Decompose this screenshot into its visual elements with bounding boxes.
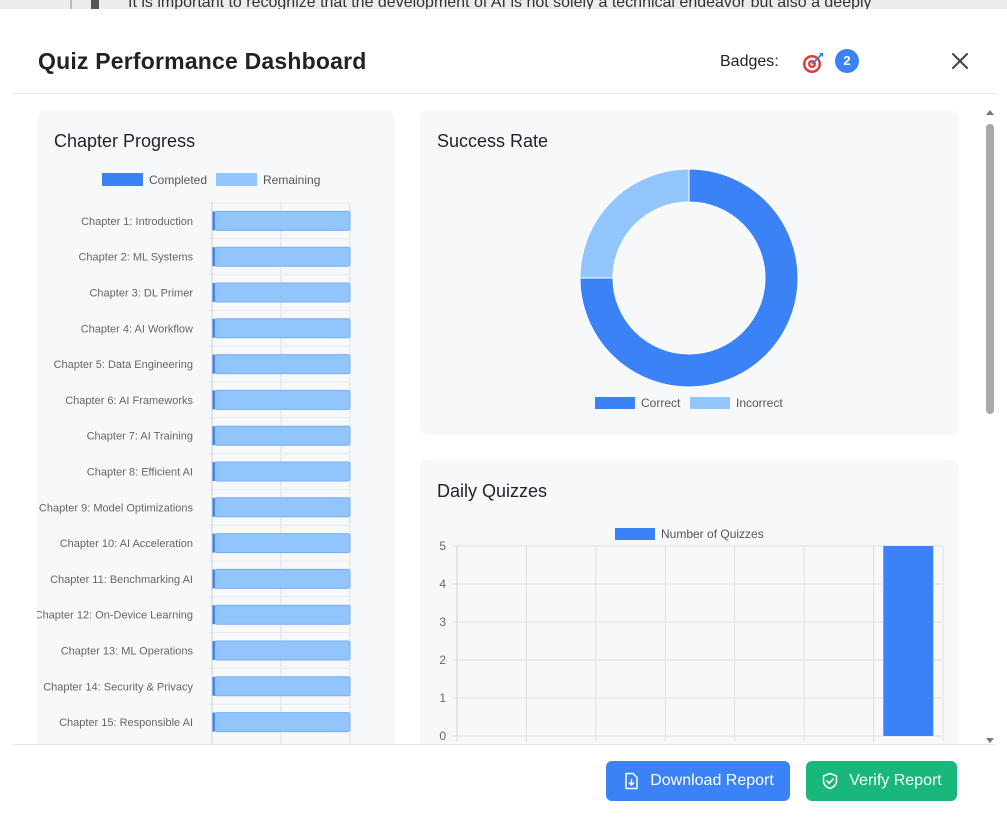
footer-divider bbox=[13, 744, 996, 745]
scroll-down-icon[interactable] bbox=[986, 738, 994, 743]
y-tick-label: 2 bbox=[439, 653, 446, 667]
download-report-label: Download Report bbox=[650, 772, 774, 789]
legend-swatch-quizzes bbox=[615, 528, 655, 540]
daily-quizzes-card: Daily Quizzes Number of Quizzes 0 1 2 3 4 5 bbox=[420, 460, 958, 744]
y-tick-label: 0 bbox=[439, 729, 446, 743]
bar-remaining bbox=[214, 497, 351, 518]
modal-header: Quiz Performance Dashboard Badges: 2 bbox=[0, 9, 1007, 93]
category-label: Chapter 5: Data Engineering bbox=[54, 359, 193, 371]
daily-quizzes-chart: Number of Quizzes 0 1 2 3 4 5 bbox=[439, 527, 944, 743]
legend-label-incorrect: Incorrect bbox=[736, 396, 783, 410]
category-label: Chapter 12: On-Device Learning bbox=[37, 610, 193, 622]
verify-report-button[interactable]: Verify Report bbox=[806, 761, 957, 801]
scrollbar-thumb[interactable] bbox=[986, 124, 994, 414]
bar-remaining bbox=[214, 389, 351, 410]
category-label: Chapter 2: ML Systems bbox=[78, 252, 193, 264]
close-icon[interactable] bbox=[948, 49, 972, 73]
category-label: Chapter 3: DL Primer bbox=[89, 288, 193, 300]
bar-remaining bbox=[214, 568, 351, 589]
category-label: Chapter 10: AI Acceleration bbox=[60, 538, 193, 550]
category-label: Chapter 8: Efficient AI bbox=[87, 467, 193, 479]
success-rate-card: Success Rate Correct Incorrect bbox=[420, 110, 958, 435]
category-label: Chapter 13: ML Operations bbox=[61, 646, 194, 658]
donut-slice-incorrect bbox=[579, 168, 690, 279]
legend-swatch-correct bbox=[595, 397, 635, 409]
bar-remaining bbox=[214, 210, 351, 231]
quiz-bar bbox=[883, 546, 934, 736]
bar-remaining bbox=[214, 640, 351, 661]
badge-count[interactable]: 2 bbox=[835, 49, 859, 73]
legend-label-completed: Completed bbox=[149, 173, 207, 187]
bar-remaining bbox=[214, 712, 351, 733]
y-tick-label: 5 bbox=[439, 539, 446, 553]
category-label: Chapter 14: Security & Privacy bbox=[43, 681, 193, 693]
dashboard-modal: Quiz Performance Dashboard Badges: 2 Cha… bbox=[0, 9, 1007, 835]
scroll-up-icon[interactable] bbox=[986, 110, 994, 115]
category-label: Chapter 4: AI Workflow bbox=[81, 323, 193, 335]
bar-remaining bbox=[214, 318, 351, 339]
shield-check-icon bbox=[823, 772, 838, 790]
y-tick-label: 3 bbox=[439, 615, 446, 629]
legend-label-remaining: Remaining bbox=[263, 173, 320, 187]
bar-remaining bbox=[214, 354, 351, 375]
y-tick-label: 1 bbox=[439, 691, 446, 705]
modal-title: Quiz Performance Dashboard bbox=[38, 48, 367, 74]
category-label: Chapter 6: AI Frameworks bbox=[65, 395, 193, 407]
legend-swatch-completed bbox=[102, 173, 143, 186]
bar-remaining bbox=[214, 604, 351, 625]
target-icon bbox=[803, 53, 823, 73]
dashboard-content: Chapter Progress Completed Remaining Chapt… bbox=[13, 94, 983, 744]
category-label: Chapter 7: AI Training bbox=[87, 431, 193, 443]
bar-remaining bbox=[214, 461, 351, 482]
download-icon bbox=[625, 772, 638, 790]
content-scrollbar[interactable] bbox=[984, 104, 996, 749]
category-label: Chapter 1: Introduction bbox=[81, 216, 193, 228]
badges-label: Badges: bbox=[720, 53, 779, 70]
chapter-progress-chart: Completed Remaining Chapter 1: Introductio… bbox=[37, 173, 351, 744]
category-label: Chapter 11: Benchmarking AI bbox=[50, 574, 193, 586]
bar-remaining bbox=[214, 533, 351, 554]
category-label: Chapter 15: Responsible AI bbox=[59, 717, 193, 729]
bar-remaining bbox=[214, 282, 351, 303]
bar-remaining bbox=[214, 676, 351, 697]
chapter-progress-card: Chapter Progress Completed Remaining Chapt… bbox=[37, 110, 395, 744]
legend-label-quizzes: Number of Quizzes bbox=[661, 527, 764, 541]
download-report-button[interactable]: Download Report bbox=[606, 761, 790, 801]
legend-label-correct: Correct bbox=[641, 396, 681, 410]
y-tick-label: 4 bbox=[439, 577, 446, 591]
bar-remaining bbox=[214, 246, 351, 267]
bar-remaining bbox=[214, 425, 351, 446]
category-label: Chapter 9: Model Optimizations bbox=[39, 502, 194, 514]
verify-report-label: Verify Report bbox=[849, 772, 942, 789]
success-rate-chart: Correct Incorrect bbox=[579, 168, 799, 410]
legend-swatch-incorrect bbox=[690, 397, 730, 409]
legend-swatch-remaining bbox=[216, 173, 257, 186]
